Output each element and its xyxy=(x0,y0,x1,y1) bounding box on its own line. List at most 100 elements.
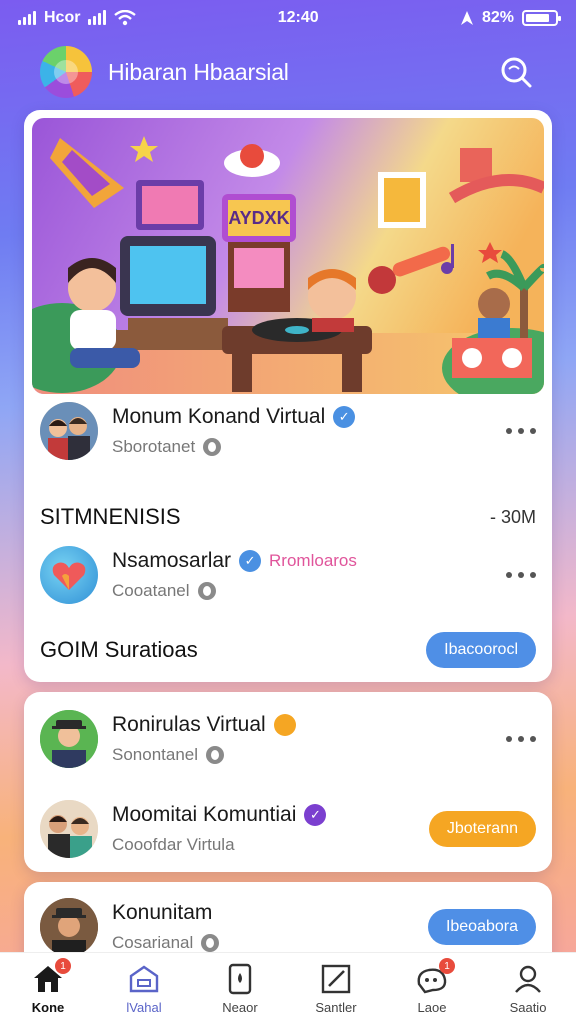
community-title-line-2: Moomitai Komuntiai ✓ xyxy=(112,803,429,827)
post-row[interactable]: Monum Konand Virtual ✓ Sborotanet xyxy=(40,400,536,462)
community-avatar-3[interactable] xyxy=(40,898,98,956)
community-text-3: Konunitam Cosarianal xyxy=(112,901,428,953)
join-button[interactable]: Jboterann xyxy=(428,811,536,847)
community-sub-line-1: Sonontanel xyxy=(112,745,506,765)
community-row-1[interactable]: Ronirulas Virtual Sonontanel xyxy=(40,708,536,770)
search-button[interactable] xyxy=(496,52,536,92)
post-sub-line: Sborotanet xyxy=(112,437,506,457)
community-avatar-1[interactable] xyxy=(40,710,98,768)
item-title-line: Nsamosarlar ✓ Rromloaros xyxy=(112,549,506,573)
feed-card: AYDXK Monum Konand Virtual ✓ Sborotanet … xyxy=(24,110,552,682)
banner-illustration[interactable]: AYDXK xyxy=(32,118,544,394)
person-avatar-art xyxy=(40,898,98,956)
bottom-navigation: 1 Kone lVahal Neaor Santler 1 Laoe Saati… xyxy=(0,952,576,1024)
banner-artwork: AYDXK xyxy=(32,118,544,394)
home-badge: 1 xyxy=(55,958,71,974)
profile-icon xyxy=(511,962,545,996)
community-text-1: Ronirulas Virtual Sonontanel xyxy=(112,713,506,765)
search-icon xyxy=(501,57,532,88)
location-icon xyxy=(460,11,473,25)
item-tag[interactable]: Rromloaros xyxy=(269,551,357,571)
coin-icon xyxy=(206,746,225,764)
item-subtitle: Cooatanel xyxy=(112,581,190,600)
community-subtitle-3: Cosarianal xyxy=(112,933,194,952)
coin-icon xyxy=(197,582,216,600)
status-bar: Hcor 12:40 82% xyxy=(0,0,576,36)
community-subtitle-1: Sonontanel xyxy=(112,745,199,764)
community-title-line-1: Ronirulas Virtual xyxy=(112,713,506,737)
edit-icon xyxy=(319,962,353,996)
item-text: Nsamosarlar ✓ Rromloaros Cooatanel xyxy=(112,549,506,601)
verified-badge-icon: ✓ xyxy=(333,406,356,428)
verified-badge-icon: ✓ xyxy=(239,550,262,572)
coin-icon xyxy=(203,438,222,456)
group-avatar-art xyxy=(40,402,98,460)
community-row-3[interactable]: Konunitam Cosarianal Ibeoabora xyxy=(40,896,536,958)
item-avatar[interactable] xyxy=(40,546,98,604)
community-badge: 1 xyxy=(439,958,455,974)
nav-home[interactable]: 1 Kone xyxy=(8,958,88,1015)
item-row[interactable]: Nsamosarlar ✓ Rromloaros Cooatanel xyxy=(40,544,536,606)
community-title-2: Moomitai Komuntiai xyxy=(112,803,297,826)
device-icon xyxy=(223,962,257,996)
card-footer: GOIM Suratioas Ibacoorocl xyxy=(40,630,536,670)
clock: 12:40 xyxy=(277,9,319,26)
post-title-line: Monum Konand Virtual ✓ xyxy=(112,405,506,429)
community-icon: 1 xyxy=(415,958,455,996)
item-title: Nsamosarlar xyxy=(112,549,232,572)
more-options-button[interactable] xyxy=(506,565,536,585)
app-title: Hibaran Hbaarsial xyxy=(108,58,289,85)
community-subtitle-2: Cooofdar Virtula xyxy=(112,835,235,854)
community-title-line-3: Konunitam xyxy=(112,901,428,925)
community-row-2[interactable]: Moomitai Komuntiai ✓ Cooofdar Virtula Jb… xyxy=(40,798,536,860)
nav-label-store: lVahal xyxy=(126,1000,162,1015)
community-title-1: Ronirulas Virtual xyxy=(112,713,266,736)
item-sub-line: Cooatanel xyxy=(112,581,506,601)
community-sub-line-2: Cooofdar Virtula xyxy=(112,835,429,855)
nav-store[interactable]: lVahal xyxy=(104,962,184,1015)
community-text-2: Moomitai Komuntiai ✓ Cooofdar Virtula xyxy=(112,803,429,855)
nav-device[interactable]: Neaor xyxy=(200,962,280,1015)
coin-icon xyxy=(201,934,220,952)
nav-label-home: Kone xyxy=(31,1000,65,1015)
post-title: Monum Konand Virtual xyxy=(112,405,326,428)
post-text: Monum Konand Virtual ✓ Sborotanet xyxy=(112,405,506,457)
more-options-button[interactable] xyxy=(506,421,536,441)
verified-badge-icon: ✓ xyxy=(304,804,327,826)
section-meta: - 30M xyxy=(489,506,536,527)
svg-text:AYDXK: AYDXK xyxy=(228,208,289,228)
community-card: Ronirulas Virtual Sonontanel Moomitai Ko… xyxy=(24,692,552,872)
status-dot-icon xyxy=(273,714,296,736)
battery-percent: 82% xyxy=(481,9,514,26)
wifi-icon xyxy=(114,10,137,26)
post-subtitle: Sborotanet xyxy=(112,437,196,456)
nav-label-profile: Saatio xyxy=(509,1000,547,1015)
battery-icon xyxy=(522,10,561,26)
community-sub-line-3: Cosarianal xyxy=(112,933,428,953)
join-button-2[interactable]: Ibeoabora xyxy=(427,909,536,945)
nav-edit[interactable]: Santler xyxy=(296,962,376,1015)
cellular-bars-icon xyxy=(88,10,107,25)
cellular-signal-icon xyxy=(18,11,36,25)
section-header: SITMNENISIS - 30M xyxy=(40,502,536,532)
carrier-name: Hcor xyxy=(44,9,81,26)
person-avatar-art xyxy=(40,710,98,768)
heart-icon xyxy=(52,562,86,590)
footer-title: GOIM Suratioas xyxy=(40,637,198,662)
app-logo xyxy=(40,46,92,98)
nav-community[interactable]: 1 Laoe xyxy=(392,958,472,1015)
section-title: SITMNENISIS xyxy=(40,504,181,529)
nav-label-edit: Santler xyxy=(315,1000,357,1015)
nav-label-device: Neaor xyxy=(222,1000,258,1015)
nav-profile[interactable]: Saatio xyxy=(488,962,568,1015)
store-icon xyxy=(127,962,161,996)
community-avatar-2[interactable] xyxy=(40,800,98,858)
status-left: Hcor xyxy=(18,9,137,27)
footer-action-button[interactable]: Ibacoorocl xyxy=(426,632,536,668)
group-avatar-art xyxy=(40,800,98,858)
nav-label-community: Laoe xyxy=(417,1000,447,1015)
more-options-button[interactable] xyxy=(506,729,536,749)
community-title-3: Konunitam xyxy=(112,901,213,924)
status-right: 82% xyxy=(460,9,561,27)
post-avatar[interactable] xyxy=(40,402,98,460)
